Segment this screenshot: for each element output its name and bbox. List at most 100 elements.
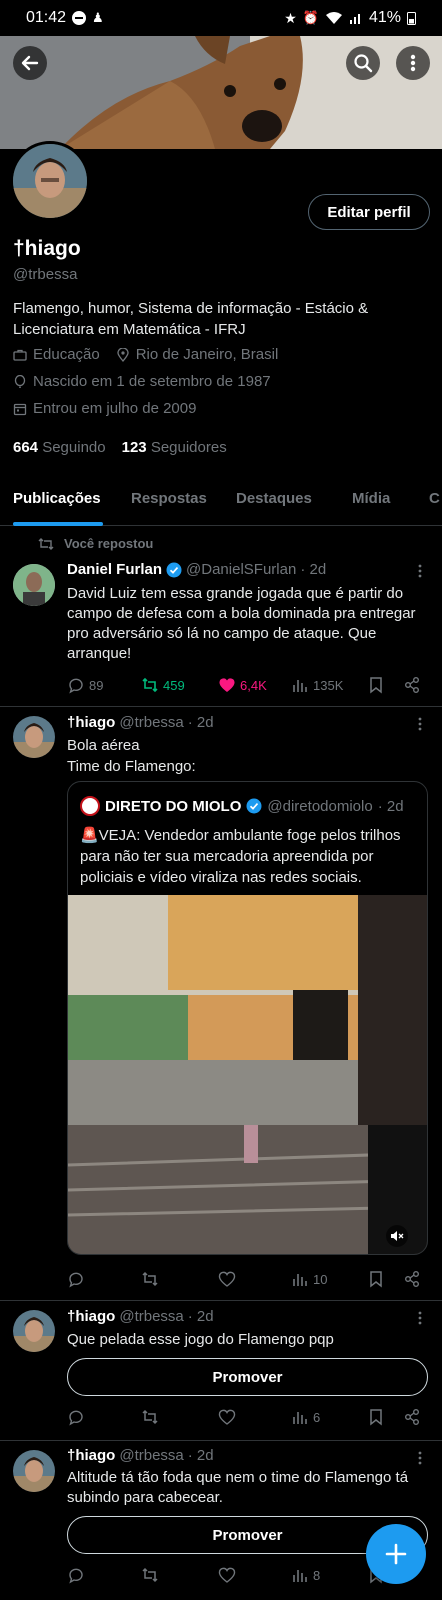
- tab-midia[interactable]: Mídia: [352, 490, 390, 507]
- verified-badge-icon: [246, 798, 262, 814]
- view-count: 10: [313, 1271, 328, 1287]
- bookmark-icon[interactable]: [367, 1270, 385, 1288]
- profile-meta-row-2: Nascido em 1 de setembro de 1987: [13, 373, 271, 390]
- profile-tabs: Publicações Respostas Destaques Mídia C: [0, 480, 442, 526]
- like-button[interactable]: [218, 1566, 236, 1584]
- author-avatar[interactable]: [13, 1450, 55, 1492]
- edit-profile-button[interactable]: Editar perfil: [308, 194, 430, 230]
- repost-button[interactable]: [141, 1408, 159, 1426]
- share-icon[interactable]: [403, 1408, 421, 1426]
- vertical-dots-icon: [410, 54, 416, 72]
- author-avatar[interactable]: [13, 564, 55, 606]
- tab-destaques[interactable]: Destaques: [236, 490, 312, 507]
- views-chart-icon: [293, 1570, 307, 1582]
- views-chart-icon: [293, 1412, 307, 1424]
- bookmark-icon[interactable]: [367, 676, 385, 694]
- post-text-line-2: Time do Flamengo:: [67, 758, 196, 775]
- reply-button[interactable]: [67, 1270, 85, 1288]
- share-icon[interactable]: [403, 676, 421, 694]
- quoted-post-header: DIRETO DO MIOLO @diretodomiolo · 2d: [80, 796, 404, 816]
- author-name[interactable]: †hiago: [67, 714, 115, 731]
- profile-location: Rio de Janeiro, Brasil: [135, 346, 279, 363]
- avatar-photo: [13, 1450, 55, 1492]
- video-thumbnail: [68, 895, 427, 1254]
- profile-bio: Flamengo, humor, Sistema de informação -…: [13, 300, 369, 338]
- post-more-icon[interactable]: [412, 716, 428, 732]
- author-handle: @DanielSFurlan: [186, 561, 297, 578]
- profile-handle: @trbessa: [13, 266, 78, 283]
- like-button[interactable]: [218, 1270, 236, 1288]
- quoted-post[interactable]: DIRETO DO MIOLO @diretodomiolo · 2d 🚨VEJ…: [67, 781, 428, 1255]
- reply-button[interactable]: [67, 1408, 85, 1426]
- search-icon: [354, 54, 373, 73]
- author-avatar[interactable]: [13, 716, 55, 758]
- reply-count: 89: [89, 677, 104, 693]
- repost-button[interactable]: [141, 1566, 159, 1584]
- post-more-icon[interactable]: [412, 563, 428, 579]
- status-bar: 01:42 ♟ ★ ⏰ 41%: [0, 0, 442, 36]
- post-divider: [0, 1440, 442, 1441]
- views-button[interactable]: 10: [291, 1270, 327, 1288]
- heart-icon: [218, 1567, 236, 1583]
- profile-meta-row-3: Entrou em julho de 2009: [13, 400, 196, 417]
- author-avatar[interactable]: [13, 1310, 55, 1352]
- location-pin-icon: [117, 347, 129, 362]
- tab-cut-off[interactable]: C: [429, 490, 440, 507]
- author-name[interactable]: †hiago: [67, 1308, 115, 1325]
- repost-icon: [142, 1409, 158, 1425]
- reply-icon: [69, 678, 83, 694]
- post-actions: 8: [67, 1566, 417, 1586]
- like-button[interactable]: [218, 1408, 236, 1426]
- post-time: · 2d: [187, 714, 214, 731]
- profile-meta-row-1: Educação Rio de Janeiro, Brasil: [13, 346, 278, 363]
- reply-button[interactable]: 89: [67, 676, 103, 694]
- repost-button[interactable]: 459: [141, 676, 185, 694]
- post-text: David Luiz tem essa grande jogada que é …: [67, 585, 416, 662]
- tab-respostas[interactable]: Respostas: [131, 490, 207, 507]
- search-button[interactable]: [346, 46, 380, 80]
- quoted-video[interactable]: [68, 895, 427, 1254]
- repost-icon: [142, 677, 158, 693]
- heart-filled-icon: [219, 678, 235, 692]
- active-tab-indicator: [13, 522, 103, 526]
- post-more-icon[interactable]: [412, 1450, 428, 1466]
- repost-icon: [142, 1271, 158, 1287]
- like-button[interactable]: 6,4K: [218, 676, 267, 694]
- profile-joined: Entrou em julho de 2009: [33, 400, 197, 417]
- following-link[interactable]: 664 Seguindo: [13, 439, 106, 456]
- following-label: Seguindo: [42, 439, 106, 456]
- status-time: 01:42: [26, 9, 67, 26]
- views-button[interactable]: 8: [291, 1566, 320, 1584]
- author-handle: @trbessa: [119, 1308, 184, 1325]
- followers-link[interactable]: 123 Seguidores: [122, 439, 227, 456]
- arrow-left-icon: [21, 55, 39, 71]
- views-button[interactable]: 6: [291, 1408, 320, 1426]
- post-time: · 2d: [187, 1447, 214, 1464]
- post-more-icon[interactable]: [412, 1310, 428, 1326]
- calendar-icon: [13, 403, 27, 415]
- repost-icon: [142, 1567, 158, 1583]
- compose-post-button[interactable]: [366, 1524, 426, 1584]
- briefcase-icon: [13, 349, 27, 361]
- share-icon[interactable]: [403, 1270, 421, 1288]
- back-button[interactable]: [13, 46, 47, 80]
- repost-button[interactable]: [141, 1270, 159, 1288]
- battery-icon: [407, 11, 416, 25]
- post-header: †hiago @trbessa · 2d: [67, 714, 214, 731]
- post-time: · 2d: [300, 561, 327, 578]
- profile-avatar[interactable]: [10, 141, 90, 221]
- tab-publicacoes[interactable]: Publicações: [13, 490, 101, 507]
- author-name[interactable]: †hiago: [67, 1447, 115, 1464]
- follow-counts: 664 Seguindo 123 Seguidores: [13, 439, 227, 456]
- quoted-post-time: · 2d: [377, 797, 404, 815]
- promote-button[interactable]: Promover: [67, 1358, 428, 1396]
- repost-count: 459: [163, 677, 185, 693]
- more-options-button[interactable]: [396, 46, 430, 80]
- mute-button[interactable]: [386, 1225, 408, 1247]
- bookmark-icon[interactable]: [367, 1408, 385, 1426]
- followers-count: 123: [121, 439, 147, 456]
- post-text: Altitude tá tão foda que nem o time do F…: [67, 1469, 409, 1506]
- reply-button[interactable]: [67, 1566, 85, 1584]
- views-button[interactable]: 135K: [291, 676, 343, 694]
- author-name[interactable]: Daniel Furlan: [67, 561, 162, 578]
